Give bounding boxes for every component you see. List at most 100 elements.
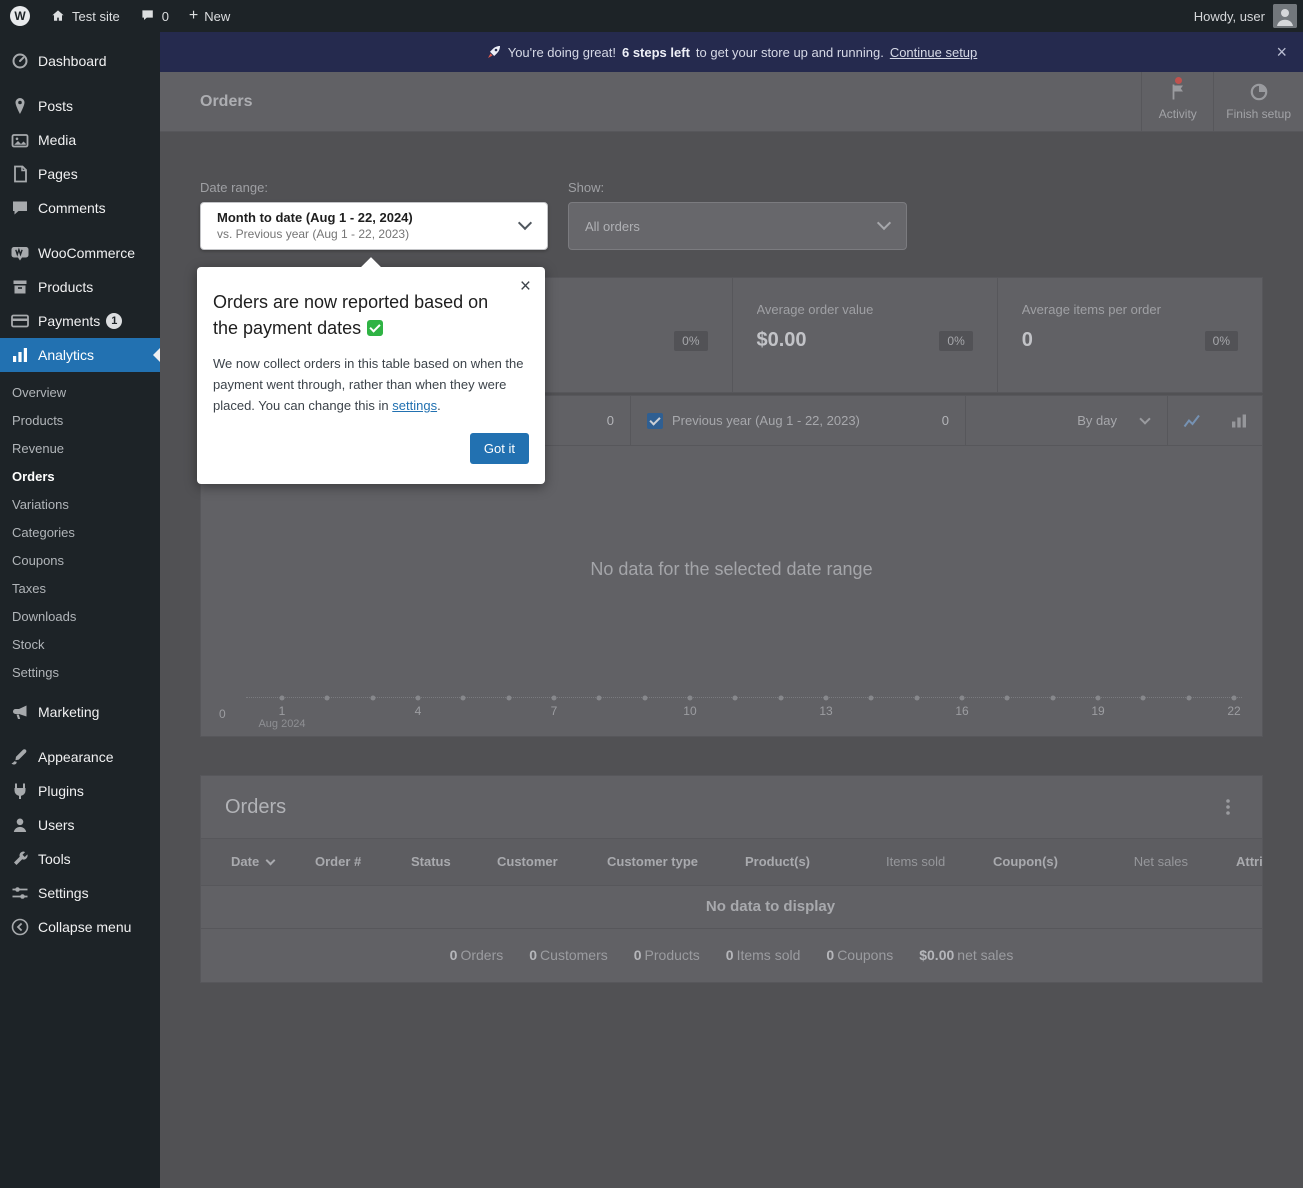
chevron-down-icon xyxy=(518,216,532,230)
popover-close-icon[interactable]: × xyxy=(520,277,531,296)
sidebar-item-collapse-menu[interactable]: Collapse menu xyxy=(0,910,160,944)
submenu-item-settings[interactable]: Settings xyxy=(0,658,160,686)
show-label: Show: xyxy=(568,180,907,195)
wordpress-menu[interactable]: W xyxy=(0,0,40,32)
plus-icon: + xyxy=(189,8,198,24)
analytics-submenu: Overview Products Revenue Orders Variati… xyxy=(0,372,160,695)
activity-icon xyxy=(1168,82,1188,102)
date-range-label: Date range: xyxy=(200,180,548,195)
sidebar-item-dashboard[interactable]: Dashboard xyxy=(0,44,160,78)
column-header-order-number[interactable]: Order # xyxy=(291,839,387,885)
bar-chart-toggle[interactable] xyxy=(1215,396,1262,445)
legend-item-previous-year[interactable]: Previous year (Aug 1 - 22, 2023) 0 xyxy=(631,396,966,445)
sidebar-item-payments[interactable]: Payments 1 xyxy=(0,304,160,338)
show-select[interactable]: All orders xyxy=(568,202,907,250)
summary-tile-average-items-per-order[interactable]: Average items per order 00% xyxy=(997,278,1262,392)
summary-tile-average-order-value[interactable]: Average order value $0.000% xyxy=(732,278,997,392)
column-header-customer-type[interactable]: Customer type xyxy=(583,839,721,885)
delta-badge: 0% xyxy=(1205,331,1238,351)
submenu-item-products[interactable]: Products xyxy=(0,406,160,434)
submenu-item-orders[interactable]: Orders xyxy=(0,462,160,490)
plugins-icon xyxy=(10,781,30,801)
chevron-down-icon xyxy=(877,216,891,230)
banner-text-suffix: to get your store up and running. xyxy=(696,45,884,60)
sidebar-item-settings[interactable]: Settings xyxy=(0,876,160,910)
orders-table: Date Order # Status Customer Customer ty… xyxy=(201,839,1262,886)
media-icon xyxy=(10,130,30,150)
show-value: All orders xyxy=(585,219,640,234)
sidebar-item-comments[interactable]: Comments xyxy=(0,191,160,225)
submenu-item-revenue[interactable]: Revenue xyxy=(0,434,160,462)
posts-icon xyxy=(10,96,30,116)
settings-link[interactable]: settings xyxy=(392,398,437,413)
howdy-user[interactable]: Howdy, user xyxy=(1194,9,1265,24)
collapse-icon xyxy=(10,917,30,937)
sidebar-item-media[interactable]: Media xyxy=(0,123,160,157)
submenu-item-stock[interactable]: Stock xyxy=(0,630,160,658)
submenu-item-coupons[interactable]: Coupons xyxy=(0,546,160,574)
tools-icon xyxy=(10,849,30,869)
kebab-icon xyxy=(1218,797,1238,817)
admin-bar: W Test site 0 + New Howdy, user xyxy=(0,0,1303,32)
sidebar-item-users[interactable]: Users xyxy=(0,808,160,842)
main-content: You're doing great! 6 steps left to get … xyxy=(160,32,1303,1188)
submenu-item-overview[interactable]: Overview xyxy=(0,378,160,406)
table-header-row: Date Order # Status Customer Customer ty… xyxy=(201,839,1262,885)
sidebar-item-plugins[interactable]: Plugins xyxy=(0,774,160,808)
dashboard-icon xyxy=(10,51,30,71)
comments-menu-icon xyxy=(10,198,30,218)
new-content-button[interactable]: + New xyxy=(179,0,240,32)
submenu-item-variations[interactable]: Variations xyxy=(0,490,160,518)
sidebar-item-tools[interactable]: Tools xyxy=(0,842,160,876)
column-header-products[interactable]: Product(s) xyxy=(721,839,862,885)
column-header-status[interactable]: Status xyxy=(387,839,473,885)
total-items-sold: 0Items sold xyxy=(726,947,801,963)
got-it-button[interactable]: Got it xyxy=(470,433,529,464)
table-totals-row: 0Orders 0Customers 0Products 0Items sold… xyxy=(201,928,1262,982)
unread-dot xyxy=(1175,77,1182,84)
banner-steps-left: 6 steps left xyxy=(622,45,690,60)
total-coupons: 0Coupons xyxy=(826,947,893,963)
column-header-coupons[interactable]: Coupon(s) xyxy=(969,839,1107,885)
chart-baseline xyxy=(246,697,1242,698)
date-range-select[interactable]: Month to date (Aug 1 - 22, 2024) vs. Pre… xyxy=(200,202,548,250)
submenu-item-downloads[interactable]: Downloads xyxy=(0,602,160,630)
line-chart-icon xyxy=(1182,411,1202,431)
column-header-attribution[interactable]: Attribution xyxy=(1212,839,1262,885)
sidebar-item-analytics[interactable]: Analytics xyxy=(0,338,160,372)
chart-empty-message: No data for the selected date range xyxy=(201,559,1262,580)
comments-shortcut[interactable]: 0 xyxy=(130,0,179,32)
payments-badge: 1 xyxy=(106,313,122,329)
chart-plot-area: No data for the selected date range 0 1 … xyxy=(201,446,1262,736)
users-icon xyxy=(10,815,30,835)
submenu-item-categories[interactable]: Categories xyxy=(0,518,160,546)
column-header-customer[interactable]: Customer xyxy=(473,839,583,885)
date-range-value: Month to date (Aug 1 - 22, 2024) xyxy=(217,210,507,225)
column-header-items-sold[interactable]: Items sold xyxy=(862,839,969,885)
banner-close-icon[interactable]: × xyxy=(1276,43,1287,61)
interval-select[interactable]: By day xyxy=(1059,396,1167,445)
legend-checkbox-previous[interactable] xyxy=(647,413,663,429)
marketing-icon xyxy=(10,702,30,722)
products-icon xyxy=(10,277,30,297)
page-header: Orders Activity Finish setup xyxy=(160,72,1303,132)
orders-table-scroll[interactable]: Date Order # Status Customer Customer ty… xyxy=(201,838,1262,928)
sidebar-item-woocommerce[interactable]: WooCommerce xyxy=(0,236,160,270)
finish-setup-progress-icon xyxy=(1249,82,1269,102)
sidebar-item-products[interactable]: Products xyxy=(0,270,160,304)
sidebar-item-appearance[interactable]: Appearance xyxy=(0,740,160,774)
setup-banner: You're doing great! 6 steps left to get … xyxy=(160,32,1303,72)
line-chart-toggle[interactable] xyxy=(1168,396,1215,445)
column-header-date[interactable]: Date xyxy=(201,839,291,885)
column-header-net-sales[interactable]: Net sales xyxy=(1107,839,1212,885)
continue-setup-link[interactable]: Continue setup xyxy=(890,45,977,60)
table-menu-button[interactable] xyxy=(1218,797,1238,817)
site-name-link[interactable]: Test site xyxy=(40,0,130,32)
sidebar-item-posts[interactable]: Posts xyxy=(0,89,160,123)
submenu-item-taxes[interactable]: Taxes xyxy=(0,574,160,602)
sidebar-item-marketing[interactable]: Marketing xyxy=(0,695,160,729)
avatar[interactable] xyxy=(1273,4,1297,28)
sidebar-item-pages[interactable]: Pages xyxy=(0,157,160,191)
activity-button[interactable]: Activity xyxy=(1141,72,1213,131)
finish-setup-button[interactable]: Finish setup xyxy=(1213,72,1303,131)
